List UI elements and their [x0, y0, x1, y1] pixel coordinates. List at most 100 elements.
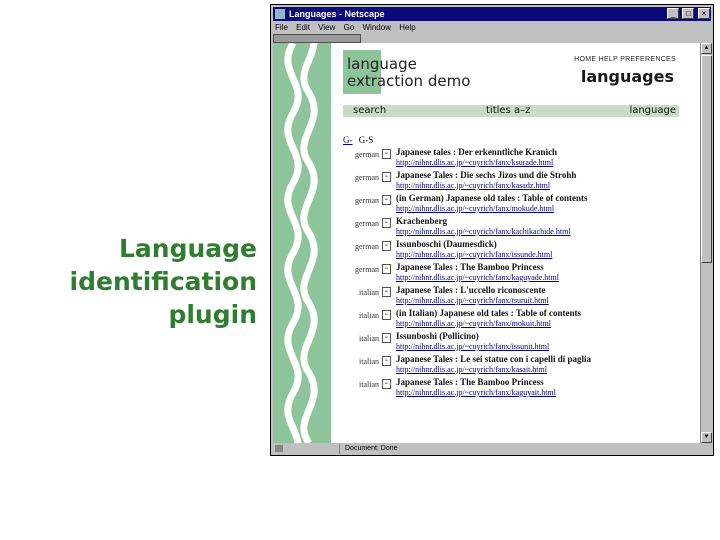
range-header: G- G-S	[343, 133, 688, 147]
document-url-link[interactable]: http://nihnr.dlis.ac.jp/~cuyrich/fanx/ts…	[396, 296, 549, 305]
nav-search-link[interactable]: search	[353, 105, 386, 117]
slide-title-line: plugin	[168, 300, 257, 329]
language-label: german	[355, 219, 379, 228]
document-title: Krachenberg	[396, 216, 447, 226]
nav-bar: search titles a–z language	[343, 105, 679, 117]
list-item: german ≡ Japanese Tales : The Bamboo Princ…	[343, 262, 688, 285]
document-title: (in German) Japanese old tales : Table o…	[396, 193, 588, 203]
slide-title-line: Language	[118, 234, 257, 263]
list-item: italian ≡ Japanese Tales : The Bamboo Prin…	[343, 377, 688, 400]
menu-go[interactable]: Go	[344, 23, 355, 32]
close-button[interactable]: ×	[698, 8, 710, 19]
language-label: italian	[359, 311, 379, 320]
document-icon[interactable]: ≡	[382, 310, 391, 320]
vertical-scrollbar[interactable]: ▲ ▼	[700, 43, 712, 443]
document-url-link[interactable]: http://nihnr.dlis.ac.jp/~cuyrich/fanx/ka…	[396, 227, 571, 236]
list-item: german ≡ (in German) Japanese old tales : …	[343, 193, 688, 216]
page-header: language extraction demo HOME HELP PREFE…	[343, 50, 679, 117]
status-bar: Document: Done	[273, 444, 711, 454]
browser-window: Languages - Netscape _ □ × File Edit Vie…	[270, 4, 714, 456]
document-title: Japanese Tales : Le sei statue con i cap…	[396, 354, 592, 364]
document-title: Japanese Tales : The Bamboo Princess	[396, 262, 544, 272]
document-icon[interactable]: ≡	[382, 172, 391, 182]
window-title: Languages - Netscape	[289, 9, 385, 19]
listing: G- G-S german ≡ Japanese tales : Der erken…	[343, 133, 688, 400]
language-label: german	[355, 242, 379, 251]
site-title: language extraction demo	[347, 56, 470, 90]
site-title-line2: extraction demo	[347, 72, 471, 90]
netscape-icon	[275, 9, 285, 19]
list-item: german ≡ Issunboschi (Daumesdick) http://ni…	[343, 239, 688, 262]
document-url-link[interactable]: http://nihnr.dlis.ac.jp/~cuyrich/fanx/ka…	[396, 365, 547, 374]
title-bar[interactable]: Languages - Netscape _ □ ×	[273, 7, 711, 21]
document-url-link[interactable]: http://nihnr.dlis.ac.jp/~cuyrich/fanx/ks…	[396, 158, 553, 167]
language-label: italian	[359, 357, 379, 366]
status-text: Document: Done	[345, 445, 398, 452]
result-list: german ≡ Japanese tales : Der erkenntliche…	[343, 147, 688, 400]
document-url-link[interactable]: http://nihnr.dlis.ac.jp/~cuyrich/fanx/mo…	[396, 204, 554, 213]
document-title: Issunboshi (Pollicino)	[396, 331, 479, 341]
decorative-band	[273, 43, 331, 443]
list-item: italian ≡ Japanese Tales : L'uccello ricon…	[343, 285, 688, 308]
language-label: german	[355, 173, 379, 182]
status-divider	[339, 444, 340, 454]
slide-title: Language identification plugin	[37, 232, 257, 331]
top-nav[interactable]: HOME HELP PREFERENCES	[574, 56, 676, 63]
menu-view[interactable]: View	[318, 23, 335, 32]
document-url-link[interactable]: http://nihnr.dlis.ac.jp/~cuyrich/fanx/is…	[396, 250, 552, 259]
list-item: german ≡ Krachenberg http://nihnr.dlis.ac.j…	[343, 216, 688, 239]
window-controls: _ □ ×	[666, 8, 710, 20]
document-icon[interactable]: ≡	[382, 379, 391, 389]
scroll-down-icon[interactable]: ▼	[701, 432, 712, 443]
current-section: languages	[580, 67, 674, 86]
site-title-line1: language	[347, 55, 417, 73]
document-url-link[interactable]: http://nihnr.dlis.ac.jp/~cuyrich/fanx/mo…	[396, 319, 551, 328]
list-item: italian ≡ (in Italian) Japanese old tales …	[343, 308, 688, 331]
menu-edit[interactable]: Edit	[296, 23, 310, 32]
scroll-up-icon[interactable]: ▲	[701, 43, 712, 54]
language-label: italian	[359, 288, 379, 297]
toolbar-strip[interactable]	[273, 34, 361, 43]
document-icon[interactable]: ≡	[382, 356, 391, 366]
document-title: Issunboschi (Daumesdick)	[396, 239, 497, 249]
document-icon[interactable]: ≡	[382, 241, 391, 251]
document-icon[interactable]: ≡	[382, 264, 391, 274]
document-icon[interactable]: ≡	[382, 333, 391, 343]
nav-language-link[interactable]: language	[629, 105, 676, 117]
document-url-link[interactable]: http://nihnr.dlis.ac.jp/~cuyrich/fanx/is…	[396, 342, 549, 351]
document-icon[interactable]: ≡	[382, 195, 391, 205]
language-label: italian	[359, 334, 379, 343]
slide-title-line: identification	[69, 267, 257, 296]
document-icon[interactable]: ≡	[382, 218, 391, 228]
document-title: Japanese Tales : Die sechs Jizos und die…	[396, 170, 577, 180]
document-icon[interactable]: ≡	[382, 149, 391, 159]
language-label: italian	[359, 380, 379, 389]
language-label: german	[355, 265, 379, 274]
list-item: german ≡ Japanese tales : Der erkenntliche…	[343, 147, 688, 170]
list-item: italian ≡ Japanese Tales : Le sei statue c…	[343, 354, 688, 377]
minimize-button[interactable]: _	[666, 8, 679, 19]
page-viewport: language extraction demo HOME HELP PREFE…	[273, 43, 700, 443]
menu-file[interactable]: File	[275, 23, 288, 32]
document-title: Japanese Tales : The Bamboo Princess	[396, 377, 544, 387]
menu-bar: File Edit View Go Window Help	[275, 22, 422, 33]
menu-window[interactable]: Window	[363, 23, 391, 32]
range-label: G-S	[358, 135, 374, 145]
language-label: german	[355, 150, 379, 159]
menu-help[interactable]: Help	[399, 23, 415, 32]
nav-titles-link[interactable]: titles a–z	[486, 105, 530, 117]
braid-pattern-icon	[284, 43, 318, 443]
maximize-button[interactable]: □	[682, 8, 695, 19]
document-icon[interactable]: ≡	[382, 287, 391, 297]
document-url-link[interactable]: http://nihnr.dlis.ac.jp/~cuyrich/fanx/ka…	[396, 388, 556, 397]
document-title: (in Italian) Japanese old tales : Table …	[396, 308, 582, 318]
list-item: german ≡ Japanese Tales : Die sechs Jizos …	[343, 170, 688, 193]
document-title: Japanese tales : Der erkenntliche Kranic…	[396, 147, 558, 157]
language-label: german	[355, 196, 379, 205]
document-url-link[interactable]: http://nihnr.dlis.ac.jp/~cuyrich/fanx/ka…	[396, 181, 550, 190]
document-title: Japanese Tales : L'uccello riconoscente	[396, 285, 546, 295]
document-url-link[interactable]: http://nihnr.dlis.ac.jp/~cuyrich/fanx/ka…	[396, 273, 559, 282]
scroll-thumb[interactable]	[701, 55, 712, 263]
prev-range-link[interactable]: G-	[343, 135, 353, 145]
list-item: italian ≡ Issunboshi (Pollicino) http://nih…	[343, 331, 688, 354]
